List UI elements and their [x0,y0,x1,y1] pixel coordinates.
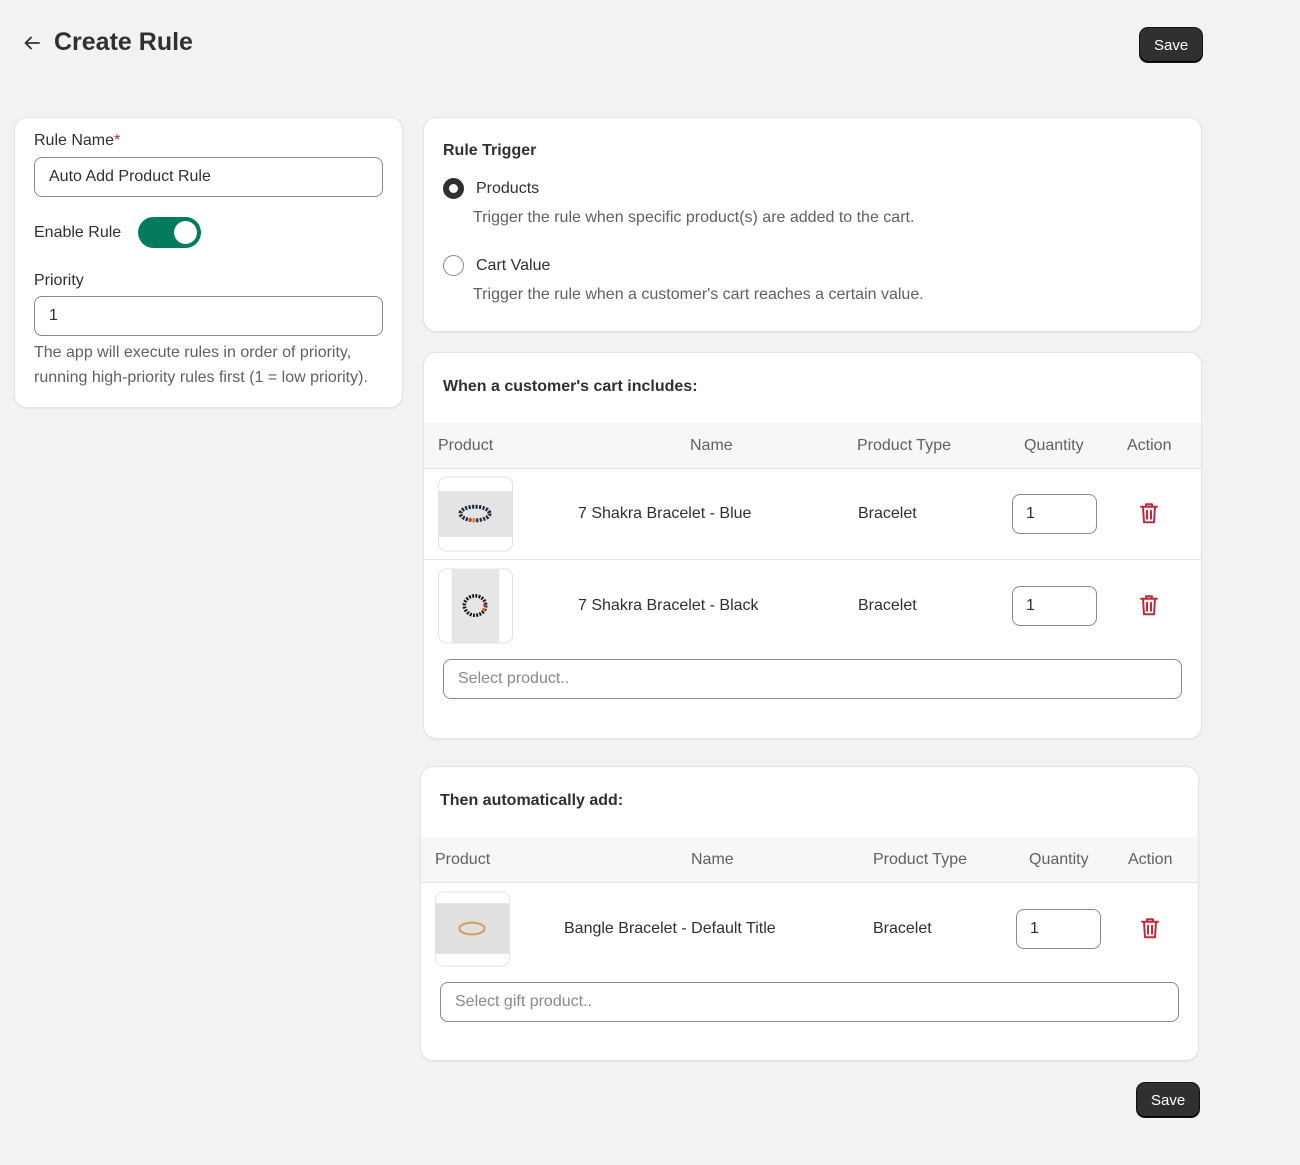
quantity-input[interactable] [1016,908,1101,949]
radio-desc-products: Trigger the rule when specific product(s… [473,209,915,226]
col-action: Action [1127,436,1172,454]
rule-settings-card: Rule Name* Enable Rule Priority The app … [15,118,402,407]
table-row: 7 Shakra Bracelet - Black Bracelet [424,560,1201,651]
rule-trigger-card: Rule Trigger Products Trigger the rule w… [424,118,1201,331]
radio-cart-value[interactable] [443,255,464,276]
select-gift-product-input[interactable] [440,982,1179,1022]
product-thumbnail [438,476,513,552]
rule-name-label: Rule Name* [34,132,121,149]
col-quantity: Quantity [1024,436,1084,454]
radio-label-cart-value: Cart Value [476,256,551,274]
trash-icon [1141,917,1159,938]
col-product: Product [435,850,491,868]
table-row: Bangle Bracelet - Default Title Bracelet [421,883,1198,974]
product-thumbnail [435,891,510,966]
quantity-input[interactable] [1012,585,1097,626]
col-action: Action [1128,850,1173,868]
quantity-input[interactable] [1012,494,1097,534]
product-type: Bracelet [873,919,932,937]
rule-trigger-title: Rule Trigger [443,142,537,159]
delete-button[interactable] [1138,501,1160,525]
bracelet-blue-image [439,491,512,537]
enable-rule-toggle[interactable] [138,217,202,248]
radio-label-products: Products [476,179,540,197]
page-header: Create Rule [20,28,193,57]
radio-products[interactable] [443,178,464,199]
table-row: 7 Shakra Bracelet - Blue Bracelet [424,469,1201,560]
product-type: Bracelet [858,505,917,522]
trigger-option-cart-value[interactable]: Cart Value [443,255,1182,276]
trigger-option-products[interactable]: Products [443,178,1182,199]
table-header: Product Name Product Type Quantity Actio… [421,837,1198,883]
delete-button[interactable] [1139,915,1161,939]
page-title: Create Rule [54,28,193,56]
product-name: 7 Shakra Bracelet - Black [578,596,759,614]
priority-help-text: The app will execute rules in order of p… [34,344,368,386]
col-name: Name [691,850,734,868]
product-type: Bracelet [858,596,917,614]
delete-button[interactable] [1138,592,1160,616]
cart-includes-title: When a customer's cart includes: [443,378,698,395]
col-product: Product [438,436,494,454]
col-product-type: Product Type [857,436,951,454]
bangle-bracelet-image [436,902,509,954]
trash-icon [1140,594,1158,615]
required-mark: * [114,132,121,149]
product-thumbnail [438,568,513,643]
rule-name-input[interactable] [34,157,383,197]
save-button-top[interactable]: Save [1140,28,1203,62]
bracelet-black-image [451,569,500,642]
auto-add-title: Then automatically add: [440,792,624,809]
enable-rule-row: Enable Rule [34,217,383,248]
priority-input[interactable] [34,296,383,336]
enable-rule-label: Enable Rule [34,223,122,241]
col-product-type: Product Type [873,850,967,868]
cart-includes-card: When a customer's cart includes: Product… [424,353,1201,738]
trash-icon [1140,503,1158,524]
toggle-knob [174,221,198,244]
product-name: 7 Shakra Bracelet - Blue [578,505,752,522]
select-product-input[interactable] [443,659,1182,699]
col-quantity: Quantity [1029,850,1089,868]
table-header: Product Name Product Type Quantity Actio… [424,423,1201,469]
col-name: Name [690,436,733,454]
product-name: Bangle Bracelet - Default Title [564,919,776,937]
back-button[interactable] [20,31,44,55]
save-button-bottom[interactable]: Save [1137,1083,1200,1117]
arrow-left-icon [24,36,40,49]
priority-label: Priority [34,272,84,289]
auto-add-card: Then automatically add: Product Name Pro… [421,767,1198,1060]
radio-desc-cart-value: Trigger the rule when a customer's cart … [473,286,924,303]
